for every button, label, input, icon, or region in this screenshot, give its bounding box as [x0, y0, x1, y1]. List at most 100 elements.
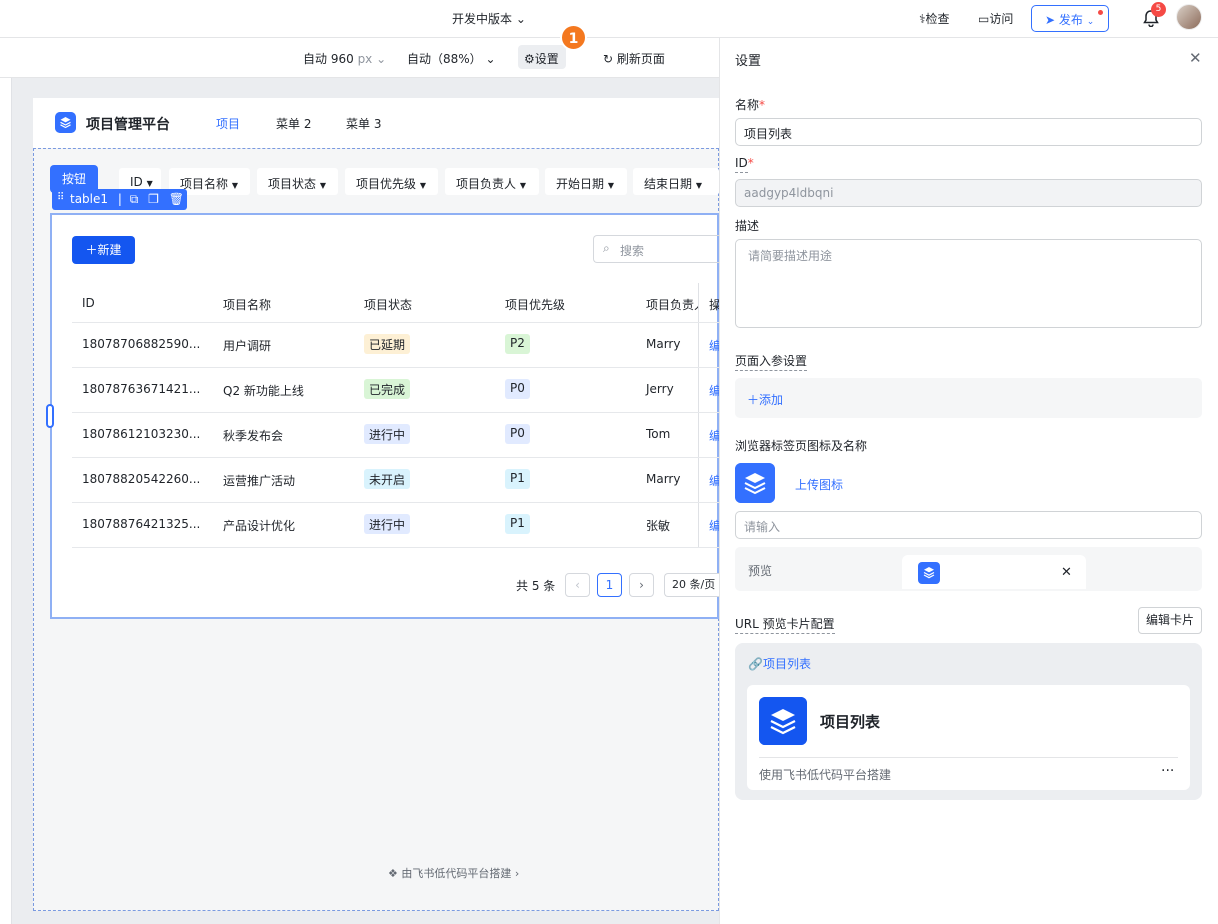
unread-dot — [1098, 10, 1103, 15]
chevron-down-icon: ⌄ — [515, 12, 526, 26]
filter-label: 项目优先级 — [356, 177, 417, 191]
refresh-button[interactable]: ↻ 刷新页面 — [603, 50, 665, 67]
id-field: aadgyp4ldbqni — [735, 179, 1202, 207]
layers-icon[interactable] — [735, 463, 775, 503]
status-badge: 进行中 — [364, 514, 411, 534]
filter-label: ID — [130, 175, 143, 189]
filter-label: 项目名称 — [180, 177, 229, 191]
settings-label: 设置 — [534, 52, 559, 66]
cell-owner: Jerry — [646, 382, 674, 396]
table-component[interactable] — [50, 213, 719, 619]
cell-name: 运营推广活动 — [223, 474, 296, 488]
filter-start-date[interactable]: 开始日期 ▼ — [545, 168, 627, 195]
nav-item-projects[interactable]: 项目 — [216, 115, 240, 132]
filter-label: 开始日期 — [556, 177, 605, 191]
next-page-button[interactable]: › — [629, 573, 654, 597]
chevron-right-icon: › — [514, 867, 520, 880]
footer-credit[interactable]: ❖ 由飞书低代码平台搭建 › — [388, 865, 519, 881]
left-rail — [0, 78, 12, 924]
more-icon[interactable]: ··· — [1161, 763, 1174, 779]
required-mark: * — [747, 156, 754, 170]
nav-item-menu2[interactable]: 菜单 2 — [276, 115, 311, 132]
filter-end-date[interactable]: 结束日期 ▼ — [633, 168, 719, 195]
settings-button[interactable]: ⚙设置 — [518, 45, 566, 69]
top-bar: 开发中版本 ⌄ ⚕检查 ▭访问 ➤ 发布 ⌄ 5 — [0, 0, 1218, 38]
search-placeholder: 搜索 — [620, 244, 645, 258]
plus-icon: ＋ — [747, 393, 760, 407]
version-selector[interactable]: 开发中版本 ⌄ — [452, 10, 526, 27]
component-name: table1 — [70, 192, 109, 206]
card-link[interactable]: 🔗项目列表 — [748, 655, 811, 672]
filter-owner[interactable]: 项目负责人 ▼ — [445, 168, 539, 195]
close-icon[interactable]: ✕ — [1189, 49, 1202, 67]
desc-label: 描述 — [735, 219, 760, 233]
version-label: 开发中版本 — [452, 12, 513, 26]
add-label: 新建 — [97, 243, 122, 257]
status-badge: 已延期 — [364, 334, 411, 354]
card-divider — [759, 757, 1178, 758]
width-unit: px — [357, 52, 373, 66]
filter-priority[interactable]: 项目优先级 ▼ — [345, 168, 438, 195]
filter-label: 结束日期 — [644, 177, 693, 191]
required-mark: * — [759, 98, 766, 112]
refresh-icon: ↻ — [603, 52, 614, 66]
duplicate-icon[interactable]: ❐ — [148, 192, 159, 206]
add-param-button[interactable]: ＋添加 — [735, 378, 1202, 418]
inspect-label: 检查 — [925, 12, 950, 26]
upload-icon-link[interactable]: 上传图标 — [795, 476, 843, 493]
publish-label: 发布 — [1058, 13, 1083, 27]
trash-icon[interactable]: 🗑 — [169, 192, 184, 206]
inspect-button[interactable]: ⚕检查 — [919, 10, 950, 27]
nav-item-menu3[interactable]: 菜单 3 — [346, 115, 381, 132]
caret-down-icon: ▼ — [607, 181, 614, 190]
priority-badge: P1 — [505, 514, 530, 534]
row-divider — [72, 412, 719, 413]
column-header: 项目优先级 — [505, 298, 566, 312]
layers-logo-icon — [55, 112, 76, 133]
column-header: 项目状态 — [364, 298, 413, 312]
card-title: 项目列表 — [820, 713, 881, 731]
status-badge: 未开启 — [364, 469, 411, 489]
zoom-selector[interactable]: 自动（88%） ⌄ — [407, 50, 496, 67]
cell-name: 产品设计优化 — [223, 519, 296, 533]
id-label: ID* — [735, 156, 754, 173]
resize-handle[interactable] — [46, 404, 54, 428]
cell-id: 18078763671421... — [82, 382, 201, 396]
visit-button[interactable]: ▭访问 — [978, 10, 1013, 27]
refresh-label: 刷新页面 — [616, 52, 665, 66]
cell-id: 18078876421325... — [82, 517, 201, 531]
add-button[interactable]: ＋新建 — [72, 236, 135, 264]
status-badge: 进行中 — [364, 424, 411, 444]
column-header: ID — [82, 296, 95, 310]
description-textarea[interactable]: 请简要描述用途 — [735, 239, 1202, 328]
row-divider — [72, 367, 719, 368]
copy-icon[interactable]: ⧉ — [130, 192, 139, 206]
page-size-select[interactable]: 20 条/页 — [664, 573, 719, 597]
prev-page-button[interactable]: ‹ — [565, 573, 590, 597]
avatar[interactable] — [1176, 4, 1202, 30]
cell-owner: 张敏 — [646, 519, 671, 533]
column-header: 项目名称 — [223, 298, 272, 312]
footer-label: 由飞书低代码平台搭建 — [401, 867, 512, 880]
tab-name-input[interactable]: 请输入 — [735, 511, 1202, 539]
panel-title: 设置 — [735, 54, 762, 69]
layers-icon — [759, 697, 807, 745]
layers-icon — [918, 562, 940, 584]
name-input[interactable]: 项目列表 — [735, 118, 1202, 146]
search-input[interactable]: ⌕ 搜索 — [593, 235, 719, 263]
edit-card-button[interactable]: 编辑卡片 — [1138, 607, 1202, 634]
drag-handle-icon[interactable]: ⠿ — [57, 192, 64, 203]
cell-name: 用户调研 — [223, 339, 272, 353]
chevron-down-icon: ⌄ — [376, 52, 387, 66]
logo-icon: ❖ — [388, 867, 398, 880]
component-tag[interactable]: ⠿ table1 | ⧉ ❐ 🗑 — [52, 189, 187, 210]
zoom-value: 自动（88%） — [407, 52, 482, 66]
caret-down-icon: ▼ — [419, 181, 426, 190]
filter-status[interactable]: 项目状态 ▼ — [257, 168, 338, 195]
page-button-1[interactable]: 1 — [597, 573, 622, 597]
priority-badge: P0 — [505, 379, 530, 399]
cell-name: Q2 新功能上线 — [223, 384, 304, 398]
publish-button[interactable]: ➤ 发布 ⌄ — [1031, 5, 1109, 32]
width-selector[interactable]: 自动 960 px ⌄ — [303, 50, 386, 67]
priority-badge: P2 — [505, 334, 530, 354]
